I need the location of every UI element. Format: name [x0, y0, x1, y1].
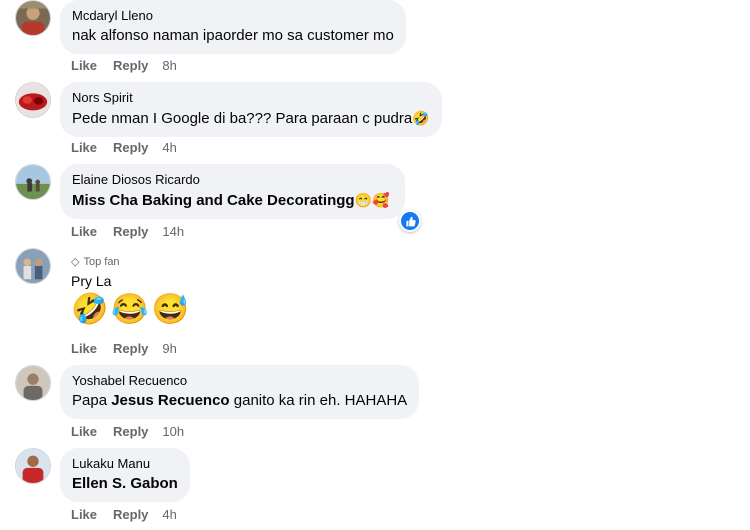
- reply-button[interactable]: Reply: [113, 424, 148, 439]
- comment-actions: Like Reply 9h: [71, 341, 177, 357]
- avatar[interactable]: [15, 365, 51, 401]
- comment-time[interactable]: 14h: [162, 224, 184, 239]
- comment-actions: Like Reply 4h: [71, 507, 177, 523]
- diamond-icon: ◇: [71, 256, 80, 268]
- comment-bubble: Elaine Diosos Ricardo Miss Cha Baking an…: [60, 164, 406, 219]
- comment-text-row: Miss Cha Baking and Cake Decoratingg😁🥰: [72, 190, 389, 211]
- comment-actions: Like Reply 8h: [71, 58, 177, 74]
- comment-author[interactable]: Mcdaryl Lleno: [72, 7, 394, 24]
- like-button[interactable]: Like: [71, 341, 97, 356]
- top-fan-label: Top fan: [83, 256, 120, 268]
- reply-button[interactable]: Reply: [113, 341, 148, 356]
- reply-button[interactable]: Reply: [113, 224, 148, 239]
- avatar[interactable]: [15, 0, 51, 36]
- like-button[interactable]: Like: [71, 224, 97, 239]
- like-button[interactable]: Like: [71, 507, 97, 522]
- thumbs-up-icon: [401, 212, 419, 230]
- comment-time[interactable]: 9h: [162, 341, 176, 356]
- like-button[interactable]: Like: [71, 424, 97, 439]
- rofl-emoji: 🤣: [412, 110, 430, 126]
- reply-button[interactable]: Reply: [113, 507, 148, 522]
- mention-link[interactable]: Jesus Recuenco: [111, 392, 229, 409]
- like-button[interactable]: Like: [71, 58, 97, 73]
- comment-author[interactable]: Yoshabel Recuenco: [72, 372, 407, 389]
- emoji-reply: 🤣😂😅: [71, 293, 193, 326]
- comment-text[interactable]: Ellen S. Gabon: [72, 474, 178, 494]
- comment-text-prefix: Papa: [72, 392, 112, 409]
- comment-time[interactable]: 4h: [162, 507, 176, 522]
- comment-actions: Like Reply 10h: [71, 424, 184, 440]
- comment-author[interactable]: Lukaku Manu: [72, 455, 178, 472]
- comment-text-row: Pede nman I Google di ba??? Para paraan …: [72, 108, 430, 129]
- like-reaction-badge[interactable]: [399, 210, 421, 232]
- comment-bubble: Nors Spirit Pede nman I Google di ba??? …: [60, 82, 442, 137]
- comment-actions: Like Reply 4h: [71, 140, 177, 156]
- avatar[interactable]: [15, 248, 51, 284]
- comment-bubble: Yoshabel Recuenco Papa Jesus Recuenco ga…: [60, 365, 420, 419]
- reply-button[interactable]: Reply: [113, 140, 148, 155]
- comment-author[interactable]: Nors Spirit: [72, 89, 430, 106]
- comment-bubble: Lukaku Manu Ellen S. Gabon: [60, 448, 190, 502]
- avatar[interactable]: [15, 164, 51, 200]
- avatar[interactable]: [15, 82, 51, 118]
- comment-actions: Like Reply 14h: [71, 224, 184, 240]
- like-button[interactable]: Like: [71, 140, 97, 155]
- comment-text: Miss Cha Baking and Cake Decoratingg: [72, 192, 355, 209]
- avatar[interactable]: [15, 448, 51, 484]
- comment-time[interactable]: 4h: [162, 140, 176, 155]
- comment-text: nak alfonso naman ipaorder mo sa custome…: [72, 27, 394, 44]
- grin-and-love-emoji: 😁🥰: [354, 192, 390, 208]
- comment-bubble: Mcdaryl Lleno nak alfonso naman ipaorder…: [60, 0, 406, 54]
- comment-text-row: Papa Jesus Recuenco ganito ka rin eh. HA…: [72, 391, 407, 411]
- top-fan-badge: ◇ Top fan: [71, 255, 120, 269]
- comment-author[interactable]: Elaine Diosos Ricardo: [72, 171, 389, 188]
- reply-button[interactable]: Reply: [113, 58, 148, 73]
- comment-author[interactable]: Pry La: [71, 272, 111, 290]
- comment-time[interactable]: 8h: [162, 58, 176, 73]
- comment-time[interactable]: 10h: [162, 424, 184, 439]
- comment-text: Pede nman I Google di ba??? Para paraan …: [72, 110, 413, 127]
- comment-text-suffix: ganito ka rin eh. HAHAHA: [229, 392, 408, 409]
